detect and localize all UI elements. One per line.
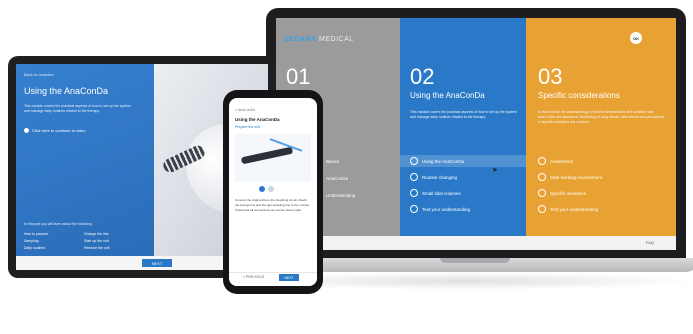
pager-dot[interactable] (259, 186, 265, 192)
next-button[interactable]: NEXT (279, 274, 299, 281)
topic-item[interactable]: Change the line (84, 232, 144, 236)
flask-icon (538, 157, 546, 165)
hand-icon (410, 157, 418, 165)
back-link[interactable]: Back to modules (24, 72, 54, 77)
step-title: Prepare the unit (235, 125, 260, 129)
module-column-3[interactable] (526, 18, 676, 250)
page-title: Using the AnaConDa (24, 86, 109, 96)
back-link[interactable]: < AnaConDa (235, 108, 255, 112)
check-icon (410, 205, 418, 213)
module-3-item-4[interactable]: Test your understanding (538, 205, 598, 213)
module-2-item-2[interactable]: Routine changing (410, 173, 457, 181)
laptop-screen: SEDANA MEDICAL OK 01 Basics AnaConDa Und… (276, 18, 676, 250)
module-2-item-3[interactable]: Small tidal volumes (410, 189, 461, 197)
topic-item[interactable]: Remove the unit (84, 246, 144, 250)
module-number-2: 02 (410, 64, 435, 89)
module-column-2[interactable] (400, 18, 526, 250)
module-description-2: This module covers the practical aspects… (410, 110, 517, 119)
module-3-item-3[interactable]: Specific situations (538, 189, 586, 197)
previous-button[interactable]: < PREVIOUS (243, 275, 264, 279)
brand-logo: SEDANA MEDICAL (284, 36, 354, 43)
phone-screen: < AnaConDa Using the AnaConDa Prepare th… (229, 98, 317, 286)
laptop-notch (440, 258, 510, 263)
module-2-item-1[interactable]: Using the AnaConDa (410, 157, 464, 165)
topic-item[interactable]: Start up the unit (84, 239, 144, 243)
module-1-item-1[interactable]: Basics (326, 159, 339, 164)
video-option[interactable]: Click here to continue to video (24, 128, 86, 133)
module-2-item-4[interactable]: Test your understanding (410, 205, 470, 213)
page-description: This module covers the practical aspects… (24, 104, 131, 113)
pager-dot[interactable] (268, 186, 274, 192)
topics-intro: In this part you will learn about the fo… (24, 222, 92, 226)
module-description-3: In this module the pharmacology of inhal… (538, 110, 665, 124)
module-1-item-2[interactable]: AnaConDa (326, 176, 348, 181)
carousel-pager[interactable] (259, 186, 274, 192)
close-button[interactable]: OK (630, 32, 642, 44)
module-3-item-1[interactable]: Anesthetics (538, 157, 573, 165)
module-title-2: Using the AnaConDa (410, 91, 485, 100)
module-title-3: Specific considerations (538, 91, 620, 100)
next-button[interactable]: NEXT (142, 259, 172, 267)
topic-item[interactable]: How to prepare (24, 232, 84, 236)
faq-link[interactable]: FAQ (646, 240, 654, 245)
refresh-icon (410, 173, 418, 181)
topic-item[interactable]: Daily routines (24, 246, 84, 250)
module-number-3: 03 (538, 64, 563, 89)
lungs-icon (410, 189, 418, 197)
laptop-footer-bar (276, 236, 676, 250)
module-number-1: 01 (286, 64, 311, 89)
module-3-item-2[interactable]: Safe working environment (538, 173, 602, 181)
module-1-item-3[interactable]: Understanding (326, 193, 355, 198)
check-icon (538, 205, 546, 213)
radio-icon (24, 128, 29, 133)
info-icon (538, 189, 546, 197)
page-title: Using the AnaConDa (235, 117, 280, 122)
shield-icon (538, 173, 546, 181)
step-text: Connect the AnaConDa to the breathing ci… (235, 198, 310, 212)
topic-item[interactable]: Sampling (24, 239, 84, 243)
mouse-cursor-icon: ➤ (492, 167, 498, 174)
topics-list: How to prepare Change the line Sampling … (24, 232, 144, 250)
